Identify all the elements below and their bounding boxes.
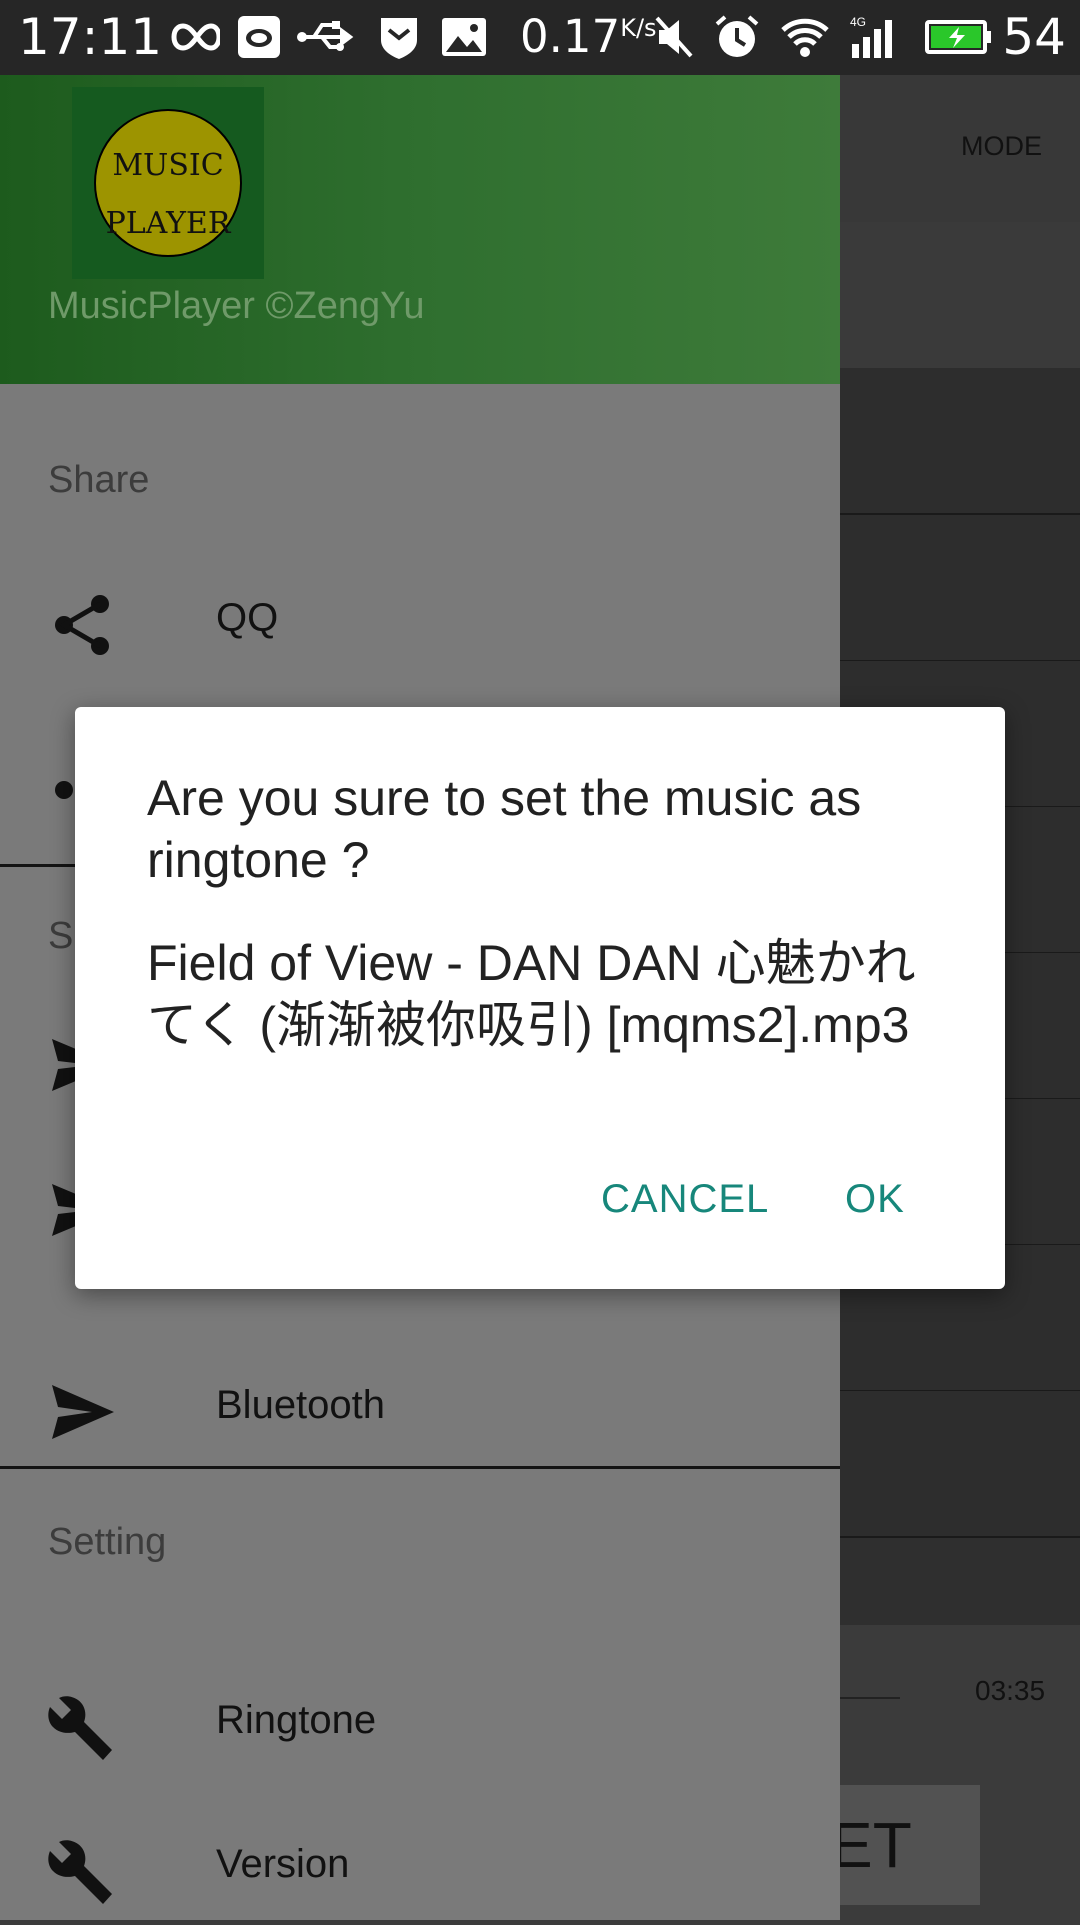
app-name: MusicPlayer ©ZengYu xyxy=(48,285,425,327)
drawer-item-bluetooth[interactable]: Bluetooth xyxy=(0,1347,840,1477)
battery-charging-icon xyxy=(925,20,991,54)
drawer-item-qq[interactable]: QQ xyxy=(0,560,840,690)
section-title-share: Share xyxy=(48,459,150,501)
section-title-setting: Setting xyxy=(48,1521,167,1563)
signal-icon: 4G xyxy=(850,15,892,58)
status-bar: 17:11 0.17K/s 4G 54 xyxy=(0,0,1080,75)
progress-bar xyxy=(840,1697,900,1699)
wrench-icon xyxy=(48,1696,112,1760)
status-time: 17:11 xyxy=(18,8,163,66)
infinity-icon xyxy=(171,23,220,51)
ringtone-confirm-dialog: Are you sure to set the music as rington… xyxy=(75,707,1005,1289)
usb-icon xyxy=(297,21,354,51)
alarm-icon xyxy=(715,15,759,57)
svg-text:4G: 4G xyxy=(850,15,866,29)
current-time: 03:35 xyxy=(975,1675,1046,1706)
send-icon xyxy=(52,1385,114,1439)
chat-notification-icon xyxy=(238,16,280,58)
shield-icon xyxy=(381,18,417,59)
drawer-divider xyxy=(0,1466,840,1469)
drawer-item-version[interactable]: Version xyxy=(0,1806,840,1920)
share-icon xyxy=(55,595,109,655)
app-logo: MUSIC PLAYER xyxy=(72,87,264,279)
network-speed: 0.17K/s xyxy=(520,10,657,63)
player-button: ET xyxy=(840,1785,980,1905)
drawer-header: MUSIC PLAYER MusicPlayer ©ZengYu xyxy=(0,75,840,384)
wrench-icon xyxy=(48,1840,112,1904)
cancel-button[interactable]: CANCEL xyxy=(601,1177,769,1222)
battery-level: 54 xyxy=(1002,8,1066,66)
ok-button[interactable]: OK xyxy=(845,1177,905,1222)
wifi-icon xyxy=(781,18,829,57)
mode-tab: MODE xyxy=(840,75,1080,222)
dialog-title: Are you sure to set the music as rington… xyxy=(147,770,862,888)
mute-icon xyxy=(655,16,693,58)
dialog-message: Field of View - DAN DAN 心魅かれてく (渐渐被你吸引) … xyxy=(147,935,916,1053)
drawer-item-ringtone[interactable]: Ringtone xyxy=(0,1662,840,1792)
mode-label: MODE xyxy=(961,131,1042,161)
image-icon xyxy=(442,18,486,56)
